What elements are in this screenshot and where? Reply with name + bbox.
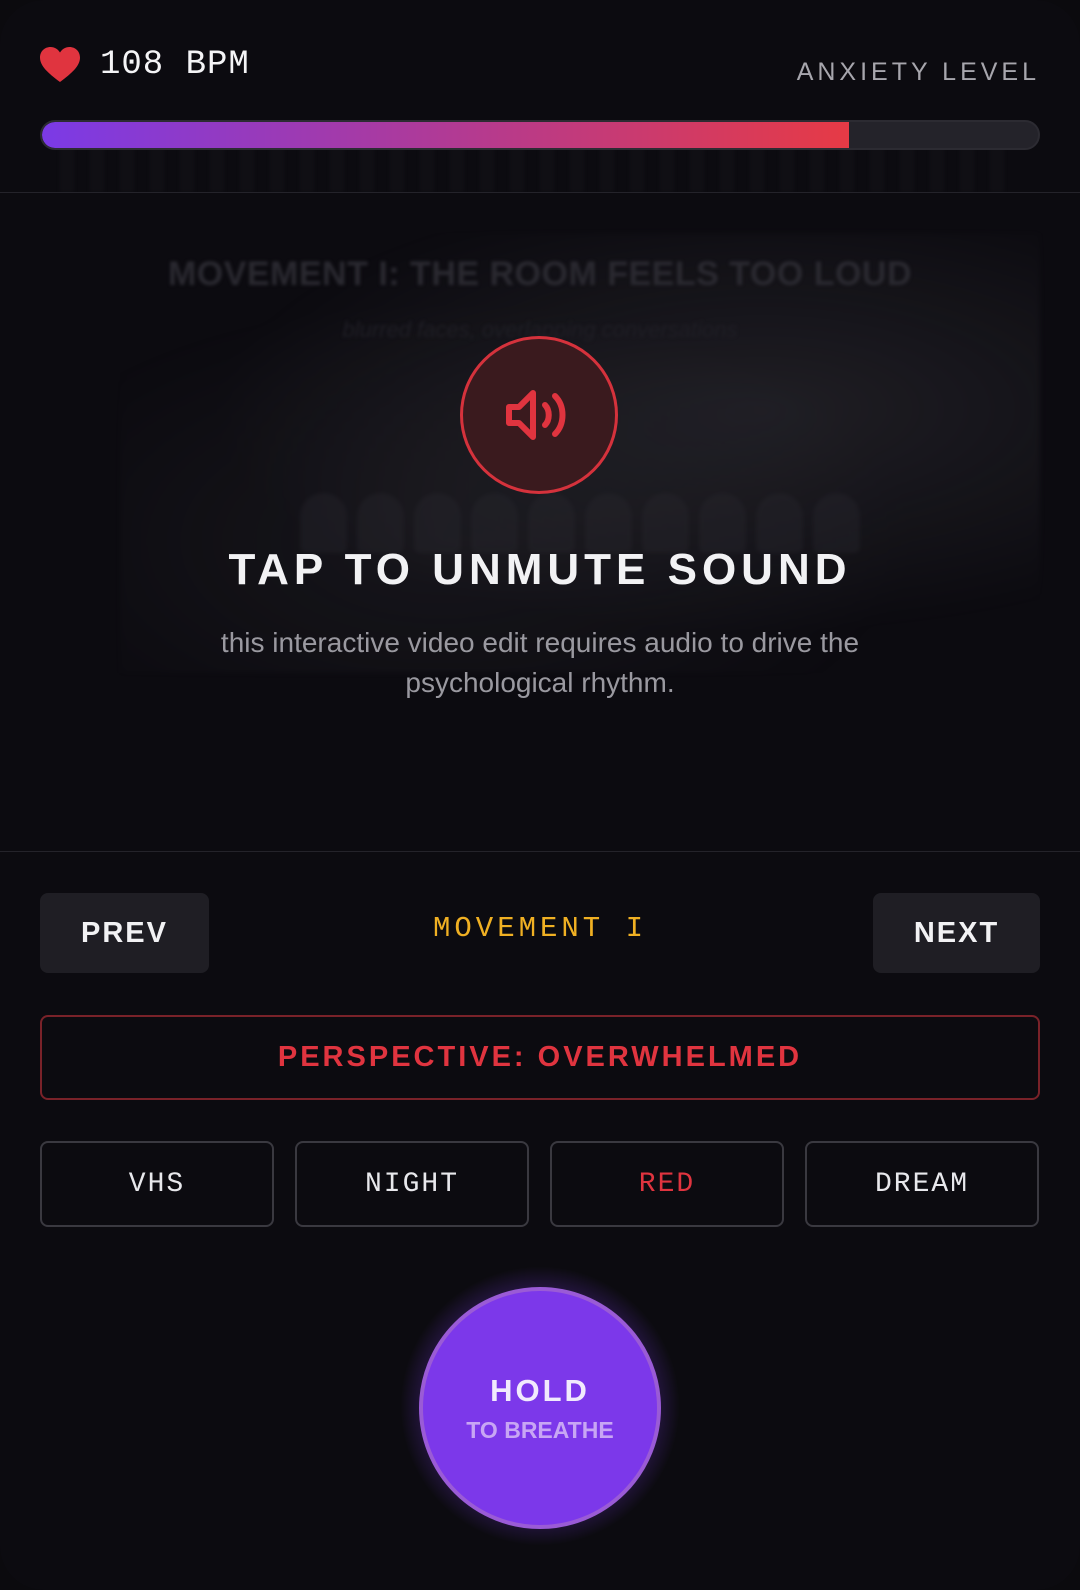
movement-title-overlay: MOVEMENT I: THE ROOM FEELS TOO LOUD: [167, 255, 913, 293]
filter-vhs-button[interactable]: VHS: [40, 1141, 274, 1227]
speaker-icon: [506, 390, 566, 440]
anxiety-meter-fill: [42, 122, 849, 148]
heart-icon: [40, 47, 80, 82]
breathe-sub-label: TO BREATHE: [466, 1416, 614, 1443]
unmute-title: TAP TO UNMUTE SOUND: [228, 545, 852, 594]
unmute-button[interactable]: [460, 336, 618, 494]
header: 108 BPM ANXIETY LEVEL: [0, 0, 1080, 193]
next-button[interactable]: NEXT: [873, 893, 1040, 973]
breathe-main-label: HOLD: [490, 1372, 590, 1408]
filter-red-button[interactable]: RED: [550, 1141, 784, 1227]
app-frame: 108 BPM ANXIETY LEVEL MOVEMENT I: THE RO…: [0, 0, 1080, 1590]
prev-button[interactable]: PREV: [40, 893, 209, 973]
anxiety-meter: [40, 120, 1040, 150]
video-stage[interactable]: MOVEMENT I: THE ROOM FEELS TOO LOUD blur…: [0, 193, 1080, 851]
unmute-description: this interactive video edit requires aud…: [220, 627, 860, 698]
filter-group: VHS NIGHT RED DREAM: [40, 1141, 1040, 1227]
filter-dream-button[interactable]: DREAM: [805, 1141, 1039, 1227]
anxiety-level-label: ANXIETY LEVEL: [796, 58, 1040, 86]
movement-label: MOVEMENT I: [432, 912, 648, 945]
filter-night-button[interactable]: NIGHT: [295, 1141, 529, 1227]
divider: [0, 851, 1080, 852]
bpm-indicator: 108 BPM: [40, 46, 250, 84]
hold-to-breathe-button[interactable]: HOLD TO BREATHE: [419, 1287, 661, 1529]
bpm-readout: 108 BPM: [100, 46, 250, 84]
perspective-toggle[interactable]: PERSPECTIVE: OVERWHELMED: [40, 1015, 1040, 1100]
